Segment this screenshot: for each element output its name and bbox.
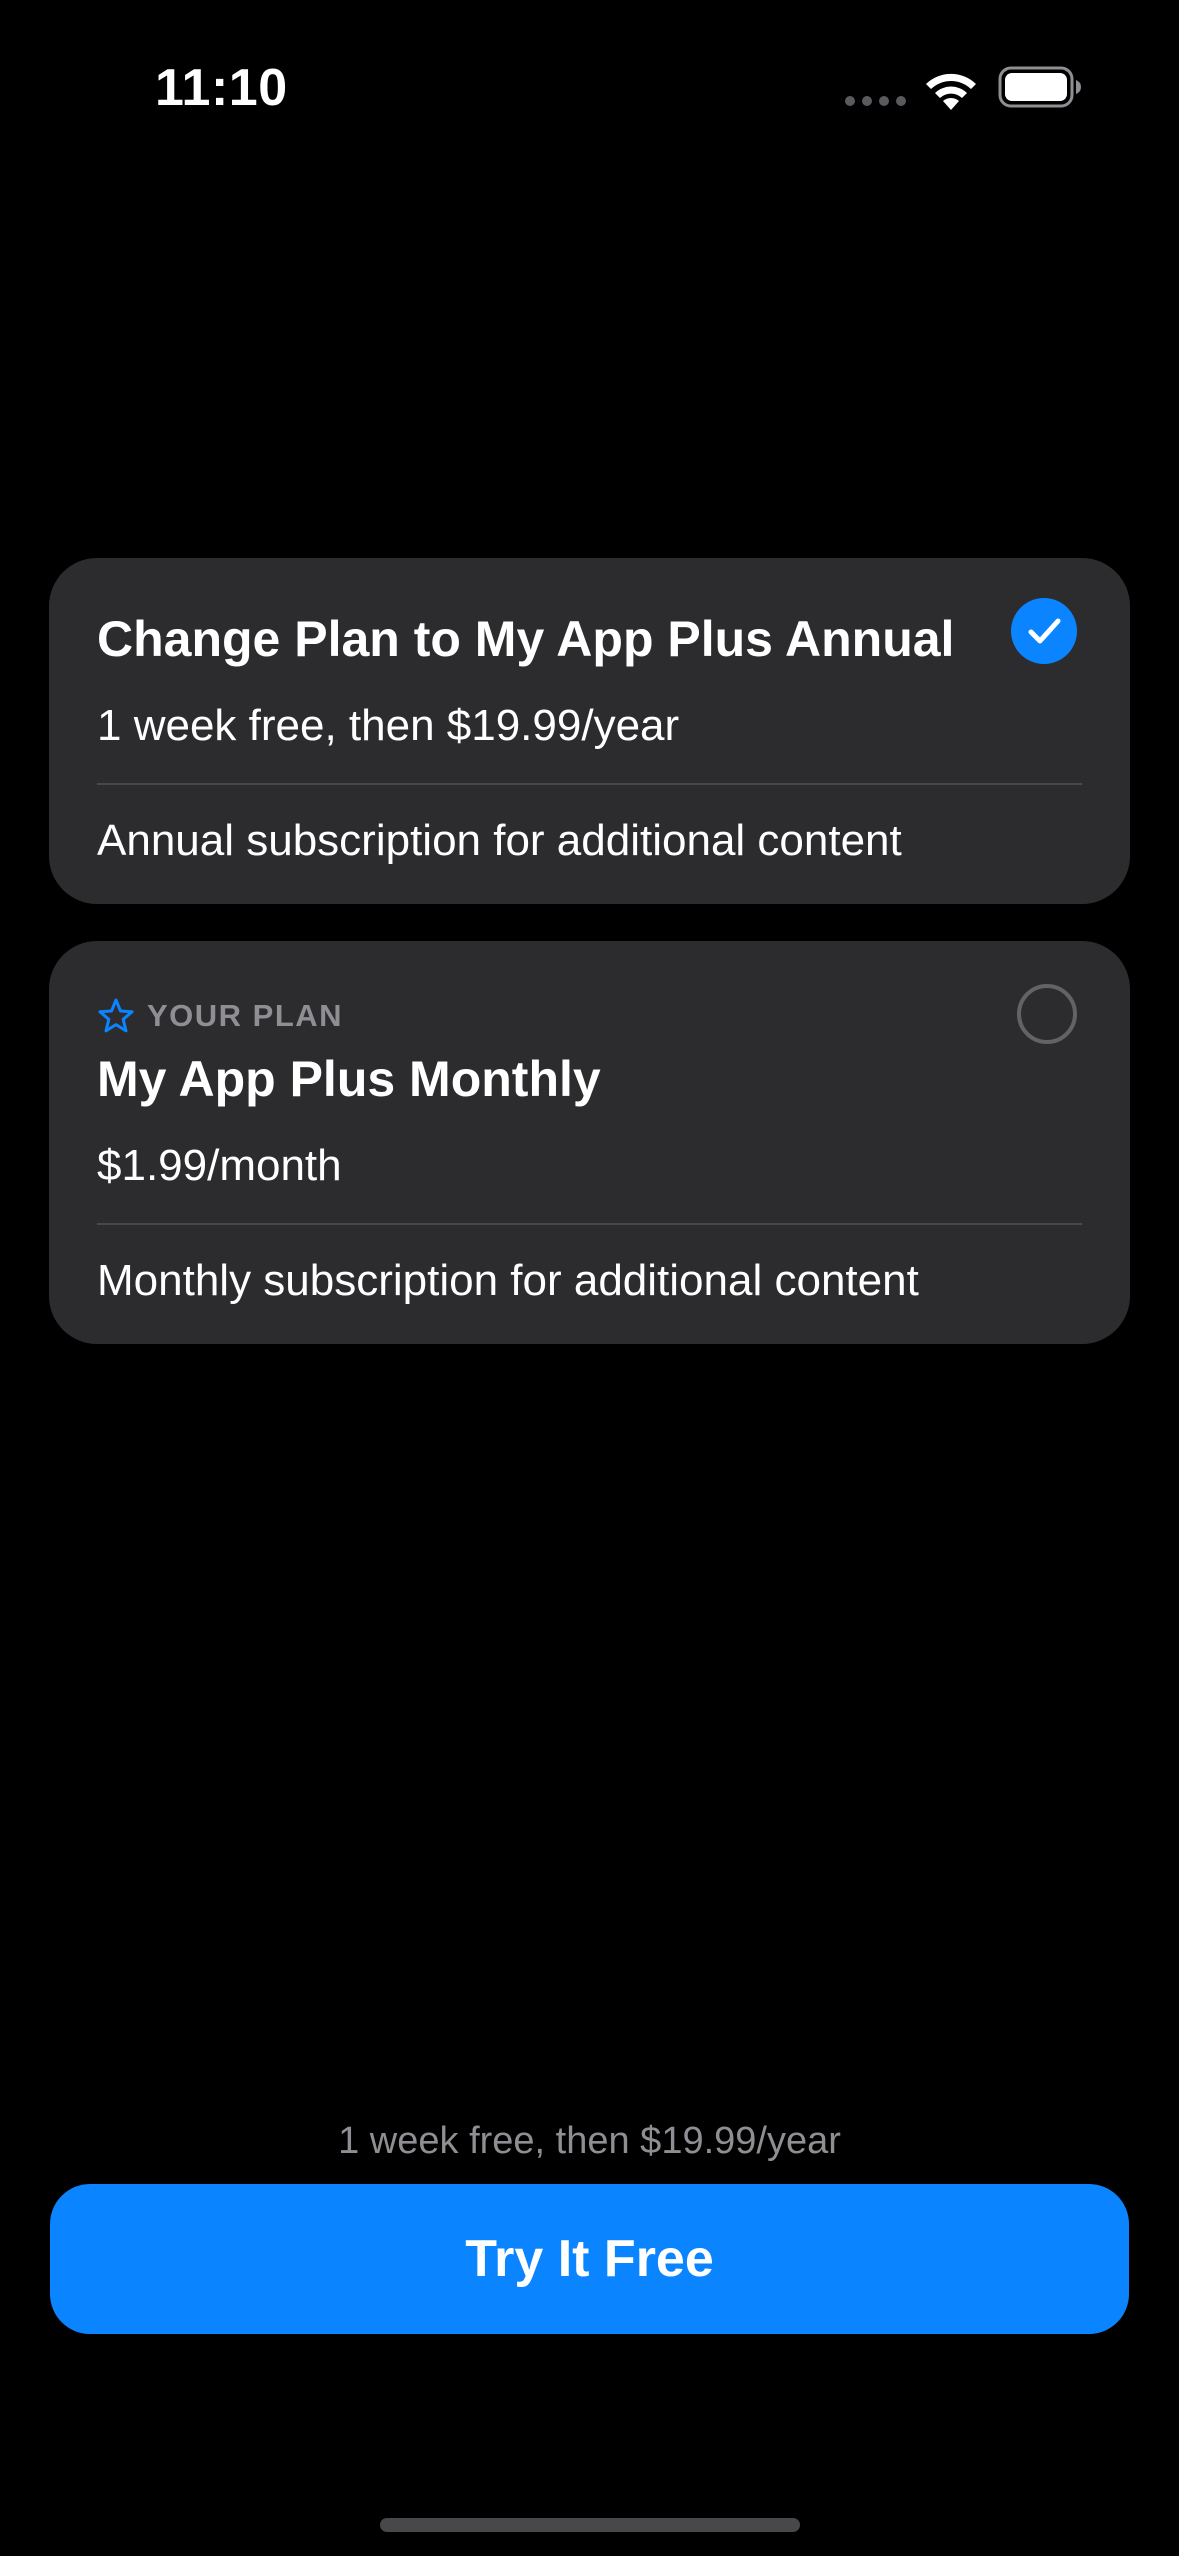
divider	[97, 1223, 1082, 1225]
your-plan-badge: YOUR PLAN	[97, 996, 343, 1036]
offer-note: 1 week free, then $19.99/year	[338, 2120, 841, 2162]
plan-description: Annual subscription for additional conte…	[97, 816, 902, 865]
plan-card-annual[interactable]: Change Plan to My App Plus Annual 1 week…	[49, 558, 1130, 904]
status-bar: 11:10	[0, 0, 1179, 160]
plan-description: Monthly subscription for additional cont…	[97, 1256, 919, 1305]
status-time: 11:10	[155, 59, 288, 117]
selected-checkmark-icon[interactable]	[1011, 598, 1077, 664]
star-icon	[98, 998, 134, 1033]
plan-price: $1.99/month	[97, 1141, 342, 1190]
try-it-free-button[interactable]: Try It Free	[50, 2184, 1129, 2334]
cellular-signal-icon	[845, 96, 906, 106]
divider	[97, 783, 1082, 785]
wifi-icon	[926, 73, 976, 110]
radio-unselected-icon[interactable]	[1017, 984, 1077, 1044]
plan-price: 1 week free, then $19.99/year	[97, 701, 680, 750]
home-indicator[interactable]	[380, 2518, 800, 2532]
plan-title: My App Plus Monthly	[97, 1051, 601, 1107]
your-plan-label: YOUR PLAN	[147, 998, 344, 1033]
plan-card-monthly[interactable]: YOUR PLAN My App Plus Monthly $1.99/mont…	[49, 941, 1130, 1344]
plan-title: Change Plan to My App Plus Annual	[97, 611, 955, 667]
battery-icon	[998, 66, 1081, 108]
